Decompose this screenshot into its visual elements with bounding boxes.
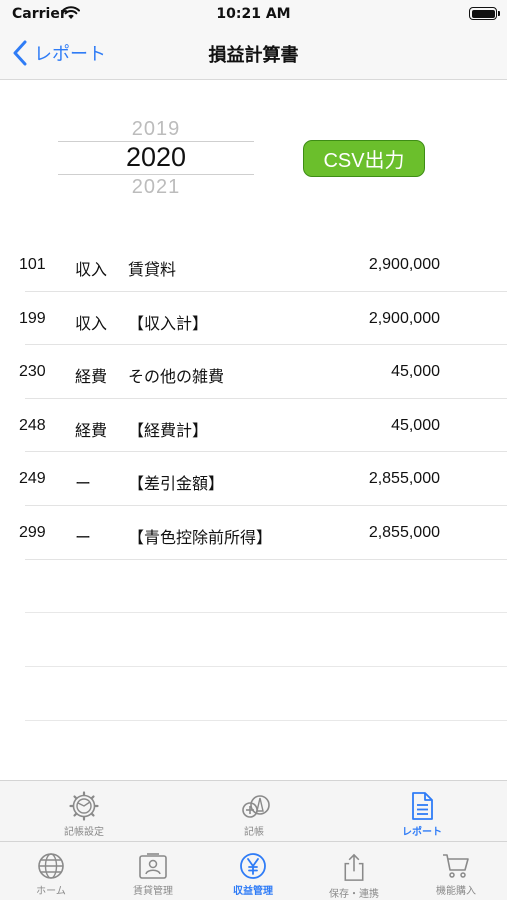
- tab-label: 賃貸管理: [133, 886, 173, 897]
- subtab-entry-settings[interactable]: 記帳設定: [45, 781, 123, 841]
- csv-export-button[interactable]: CSV出力: [303, 140, 425, 177]
- tab-label: 収益管理: [233, 886, 273, 897]
- contact-card-icon: [139, 853, 167, 879]
- report-icon: [412, 792, 433, 820]
- account-amount: 2,900,000: [368, 309, 440, 327]
- status-bar: Carrier 10:21 AM: [0, 0, 507, 28]
- account-name: 【差引金額】: [128, 474, 225, 494]
- account-code: 101: [19, 256, 46, 273]
- empty-row-divider: [25, 666, 507, 667]
- account-name: 賃貸料: [128, 260, 177, 279]
- subtab-bookkeeping[interactable]: 記帳: [215, 781, 293, 841]
- table-row[interactable]: 230 経費 その他の雑費 45,000: [0, 345, 507, 399]
- clock: 10:21 AM: [216, 6, 291, 22]
- account-code: 249: [19, 470, 46, 488]
- page-title: 損益計算書: [208, 45, 299, 66]
- battery-icon: [469, 7, 500, 20]
- account-code: 248: [19, 416, 46, 434]
- account-name: その他の雑費: [128, 367, 225, 387]
- add-record-icon: [242, 795, 270, 818]
- account-kind: 収入: [75, 260, 108, 279]
- account-code: 230: [19, 363, 46, 381]
- yen-icon: [240, 853, 266, 879]
- account-kind: ー: [75, 527, 92, 547]
- navigation-bar: レポート 損益計算書: [0, 28, 507, 80]
- tab-label: ホーム: [36, 886, 66, 897]
- account-kind: 経費: [75, 367, 108, 387]
- account-amount: 45,000: [391, 363, 440, 381]
- tab-purchase-features[interactable]: 機能購入: [416, 842, 496, 900]
- sub-tab-bar: 記帳設定 記帳 レポート: [0, 780, 507, 841]
- tab-income-management[interactable]: 収益管理: [213, 842, 293, 900]
- picker-divider-bottom: [58, 174, 254, 175]
- picker-year-selected[interactable]: 2020: [58, 142, 254, 173]
- tab-label: 保存・連携: [329, 889, 379, 900]
- empty-row-divider: [25, 720, 507, 721]
- tab-label: 機能購入: [436, 886, 476, 897]
- row-divider: [25, 558, 507, 560]
- cart-icon: [443, 854, 469, 878]
- account-amount: 45,000: [391, 416, 440, 434]
- account-kind: ー: [75, 474, 92, 494]
- tab-rental-management[interactable]: 賃貸管理: [113, 842, 193, 900]
- picker-year-next[interactable]: 2021: [58, 176, 254, 199]
- table-row[interactable]: 248 経費 【経費計】 45,000: [0, 399, 507, 453]
- account-kind: 経費: [75, 420, 108, 440]
- table-row[interactable]: 199 収入 【収入計】 2,900,000: [0, 292, 507, 346]
- account-amount: 2,855,000: [368, 470, 440, 488]
- account-amount: 2,855,000: [368, 523, 440, 541]
- picker-year-prev[interactable]: 2019: [58, 118, 254, 141]
- account-amount: 2,900,000: [368, 256, 440, 273]
- table-row[interactable]: 101 収入 賃貸料 2,900,000: [0, 238, 507, 292]
- share-icon: [344, 853, 364, 881]
- subtab-report[interactable]: レポート: [383, 781, 461, 841]
- tab-bar: ホーム 賃貸管理 収益管理 保存・連携 機能購入: [0, 841, 507, 900]
- income-statement-list: 101 収入 賃貸料 2,900,000 199 収入 【収入計】 2,900,…: [0, 238, 507, 560]
- account-code: 299: [19, 523, 46, 541]
- account-code: 199: [19, 309, 46, 327]
- account-name: 【青色控除前所得】: [128, 527, 273, 547]
- table-row[interactable]: 249 ー 【差引金額】 2,855,000: [0, 452, 507, 506]
- year-picker[interactable]: 2019 2020 2021: [58, 112, 254, 202]
- account-name: 【収入計】: [128, 313, 209, 333]
- tab-save-sync[interactable]: 保存・連携: [313, 842, 395, 900]
- table-row[interactable]: 299 ー 【青色控除前所得】 2,855,000: [0, 506, 507, 560]
- empty-row-divider: [25, 612, 507, 613]
- account-name: 【経費計】: [128, 420, 209, 440]
- tab-home[interactable]: ホーム: [12, 842, 90, 900]
- subtab-label: レポート: [402, 827, 442, 838]
- account-kind: 収入: [75, 313, 108, 333]
- subtab-label: 記帳設定: [64, 827, 104, 838]
- subtab-label: 記帳: [244, 827, 264, 838]
- globe-icon: [38, 853, 64, 879]
- gear-icon: [69, 791, 99, 821]
